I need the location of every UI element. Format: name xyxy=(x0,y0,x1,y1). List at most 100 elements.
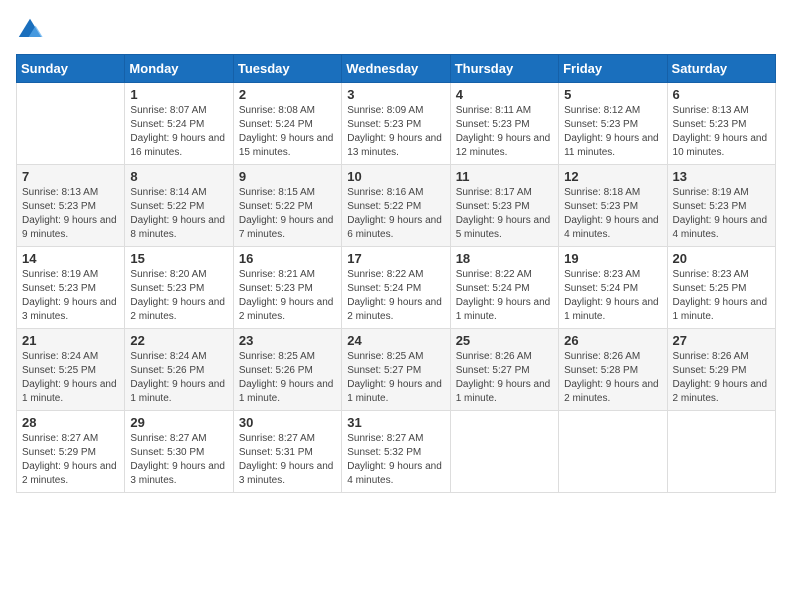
day-info: Sunrise: 8:21 AM Sunset: 5:23 PM Dayligh… xyxy=(239,268,336,324)
day-info: Sunrise: 8:12 AM Sunset: 5:23 PM Dayligh… xyxy=(564,104,661,160)
day-number: 19 xyxy=(564,251,661,266)
day-info: Sunrise: 8:20 AM Sunset: 5:23 PM Dayligh… xyxy=(130,268,227,324)
calendar-week-row: 28Sunrise: 8:27 AM Sunset: 5:29 PM Dayli… xyxy=(17,411,776,493)
calendar-cell: 29Sunrise: 8:27 AM Sunset: 5:30 PM Dayli… xyxy=(125,411,233,493)
day-number: 5 xyxy=(564,87,661,102)
day-info: Sunrise: 8:26 AM Sunset: 5:28 PM Dayligh… xyxy=(564,350,661,406)
calendar-week-row: 7 Sunrise: 8:13 AM Sunset: 5:23 PM Daylig… xyxy=(17,165,776,247)
calendar-cell: 6 Sunrise: 8:13 AM Sunset: 5:23 PM Daylig… xyxy=(667,83,775,165)
day-number: 26 xyxy=(564,333,661,348)
calendar-week-row: 1Sunrise: 8:07 AM Sunset: 5:24 PM Daylig… xyxy=(17,83,776,165)
day-number: 7 xyxy=(22,169,119,184)
calendar-cell: 8 Sunrise: 8:14 AM Sunset: 5:22 PM Daylig… xyxy=(125,165,233,247)
day-info: Sunrise: 8:13 AM Sunset: 5:23 PM Dayligh… xyxy=(22,186,119,242)
calendar-cell: 27Sunrise: 8:26 AM Sunset: 5:29 PM Dayli… xyxy=(667,329,775,411)
day-info: Sunrise: 8:23 AM Sunset: 5:25 PM Dayligh… xyxy=(673,268,770,324)
day-info: Sunrise: 8:22 AM Sunset: 5:24 PM Dayligh… xyxy=(456,268,553,324)
calendar-cell: 17 Sunrise: 8:22 AM Sunset: 5:24 PM Dayli… xyxy=(342,247,450,329)
calendar-cell: 14Sunrise: 8:19 AM Sunset: 5:23 PM Dayli… xyxy=(17,247,125,329)
day-number: 18 xyxy=(456,251,553,266)
calendar-header-sunday: Sunday xyxy=(17,55,125,83)
logo xyxy=(16,16,48,44)
day-info: Sunrise: 8:27 AM Sunset: 5:31 PM Dayligh… xyxy=(239,432,336,488)
day-number: 8 xyxy=(130,169,227,184)
day-number: 6 xyxy=(673,87,770,102)
calendar-cell: 4 Sunrise: 8:11 AM Sunset: 5:23 PM Daylig… xyxy=(450,83,558,165)
day-number: 15 xyxy=(130,251,227,266)
calendar-cell: 16Sunrise: 8:21 AM Sunset: 5:23 PM Dayli… xyxy=(233,247,341,329)
calendar-cell: 5 Sunrise: 8:12 AM Sunset: 5:23 PM Daylig… xyxy=(559,83,667,165)
day-info: Sunrise: 8:27 AM Sunset: 5:32 PM Dayligh… xyxy=(347,432,444,488)
calendar-table: SundayMondayTuesdayWednesdayThursdayFrid… xyxy=(16,54,776,493)
day-number: 14 xyxy=(22,251,119,266)
calendar-header-tuesday: Tuesday xyxy=(233,55,341,83)
page-header xyxy=(16,16,776,44)
calendar-cell: 23Sunrise: 8:25 AM Sunset: 5:26 PM Dayli… xyxy=(233,329,341,411)
calendar-cell: 3 Sunrise: 8:09 AM Sunset: 5:23 PM Daylig… xyxy=(342,83,450,165)
calendar-cell: 30 Sunrise: 8:27 AM Sunset: 5:31 PM Dayli… xyxy=(233,411,341,493)
day-info: Sunrise: 8:27 AM Sunset: 5:30 PM Dayligh… xyxy=(130,432,227,488)
day-info: Sunrise: 8:25 AM Sunset: 5:26 PM Dayligh… xyxy=(239,350,336,406)
calendar-cell: 19 Sunrise: 8:23 AM Sunset: 5:24 PM Dayli… xyxy=(559,247,667,329)
logo-icon xyxy=(16,16,44,44)
day-number: 4 xyxy=(456,87,553,102)
day-number: 24 xyxy=(347,333,444,348)
calendar-cell: 10 Sunrise: 8:16 AM Sunset: 5:22 PM Dayli… xyxy=(342,165,450,247)
day-number: 9 xyxy=(239,169,336,184)
day-number: 13 xyxy=(673,169,770,184)
calendar-cell: 28Sunrise: 8:27 AM Sunset: 5:29 PM Dayli… xyxy=(17,411,125,493)
calendar-cell: 13 Sunrise: 8:19 AM Sunset: 5:23 PM Dayli… xyxy=(667,165,775,247)
calendar-cell: 31 Sunrise: 8:27 AM Sunset: 5:32 PM Dayli… xyxy=(342,411,450,493)
day-info: Sunrise: 8:15 AM Sunset: 5:22 PM Dayligh… xyxy=(239,186,336,242)
day-info: Sunrise: 8:26 AM Sunset: 5:27 PM Dayligh… xyxy=(456,350,553,406)
calendar-cell xyxy=(559,411,667,493)
calendar-week-row: 14Sunrise: 8:19 AM Sunset: 5:23 PM Dayli… xyxy=(17,247,776,329)
calendar-cell: 7 Sunrise: 8:13 AM Sunset: 5:23 PM Daylig… xyxy=(17,165,125,247)
calendar-cell: 18 Sunrise: 8:22 AM Sunset: 5:24 PM Dayli… xyxy=(450,247,558,329)
calendar-cell: 2Sunrise: 8:08 AM Sunset: 5:24 PM Daylig… xyxy=(233,83,341,165)
day-info: Sunrise: 8:16 AM Sunset: 5:22 PM Dayligh… xyxy=(347,186,444,242)
day-number: 11 xyxy=(456,169,553,184)
calendar-cell xyxy=(450,411,558,493)
day-info: Sunrise: 8:11 AM Sunset: 5:23 PM Dayligh… xyxy=(456,104,553,160)
day-info: Sunrise: 8:27 AM Sunset: 5:29 PM Dayligh… xyxy=(22,432,119,488)
calendar-cell: 26 Sunrise: 8:26 AM Sunset: 5:28 PM Dayli… xyxy=(559,329,667,411)
calendar-cell: 1Sunrise: 8:07 AM Sunset: 5:24 PM Daylig… xyxy=(125,83,233,165)
day-number: 3 xyxy=(347,87,444,102)
day-info: Sunrise: 8:22 AM Sunset: 5:24 PM Dayligh… xyxy=(347,268,444,324)
day-info: Sunrise: 8:13 AM Sunset: 5:23 PM Dayligh… xyxy=(673,104,770,160)
day-info: Sunrise: 8:24 AM Sunset: 5:25 PM Dayligh… xyxy=(22,350,119,406)
calendar-header-saturday: Saturday xyxy=(667,55,775,83)
calendar-cell: 22 Sunrise: 8:24 AM Sunset: 5:26 PM Dayli… xyxy=(125,329,233,411)
calendar-cell: 21Sunrise: 8:24 AM Sunset: 5:25 PM Dayli… xyxy=(17,329,125,411)
day-number: 31 xyxy=(347,415,444,430)
day-number: 12 xyxy=(564,169,661,184)
day-info: Sunrise: 8:18 AM Sunset: 5:23 PM Dayligh… xyxy=(564,186,661,242)
day-info: Sunrise: 8:19 AM Sunset: 5:23 PM Dayligh… xyxy=(673,186,770,242)
calendar-cell xyxy=(17,83,125,165)
calendar-cell: 24 Sunrise: 8:25 AM Sunset: 5:27 PM Dayli… xyxy=(342,329,450,411)
calendar-header-row: SundayMondayTuesdayWednesdayThursdayFrid… xyxy=(17,55,776,83)
day-number: 22 xyxy=(130,333,227,348)
day-info: Sunrise: 8:09 AM Sunset: 5:23 PM Dayligh… xyxy=(347,104,444,160)
day-number: 27 xyxy=(673,333,770,348)
calendar-header-thursday: Thursday xyxy=(450,55,558,83)
calendar-cell xyxy=(667,411,775,493)
calendar-header-wednesday: Wednesday xyxy=(342,55,450,83)
day-number: 30 xyxy=(239,415,336,430)
calendar-cell: 20 Sunrise: 8:23 AM Sunset: 5:25 PM Dayli… xyxy=(667,247,775,329)
day-info: Sunrise: 8:23 AM Sunset: 5:24 PM Dayligh… xyxy=(564,268,661,324)
day-number: 20 xyxy=(673,251,770,266)
day-info: Sunrise: 8:14 AM Sunset: 5:22 PM Dayligh… xyxy=(130,186,227,242)
day-info: Sunrise: 8:25 AM Sunset: 5:27 PM Dayligh… xyxy=(347,350,444,406)
day-info: Sunrise: 8:24 AM Sunset: 5:26 PM Dayligh… xyxy=(130,350,227,406)
calendar-header-monday: Monday xyxy=(125,55,233,83)
day-number: 1 xyxy=(130,87,227,102)
day-number: 2 xyxy=(239,87,336,102)
day-info: Sunrise: 8:17 AM Sunset: 5:23 PM Dayligh… xyxy=(456,186,553,242)
calendar-cell: 9 Sunrise: 8:15 AM Sunset: 5:22 PM Daylig… xyxy=(233,165,341,247)
calendar-cell: 15 Sunrise: 8:20 AM Sunset: 5:23 PM Dayli… xyxy=(125,247,233,329)
day-number: 10 xyxy=(347,169,444,184)
calendar-cell: 12 Sunrise: 8:18 AM Sunset: 5:23 PM Dayli… xyxy=(559,165,667,247)
day-number: 17 xyxy=(347,251,444,266)
